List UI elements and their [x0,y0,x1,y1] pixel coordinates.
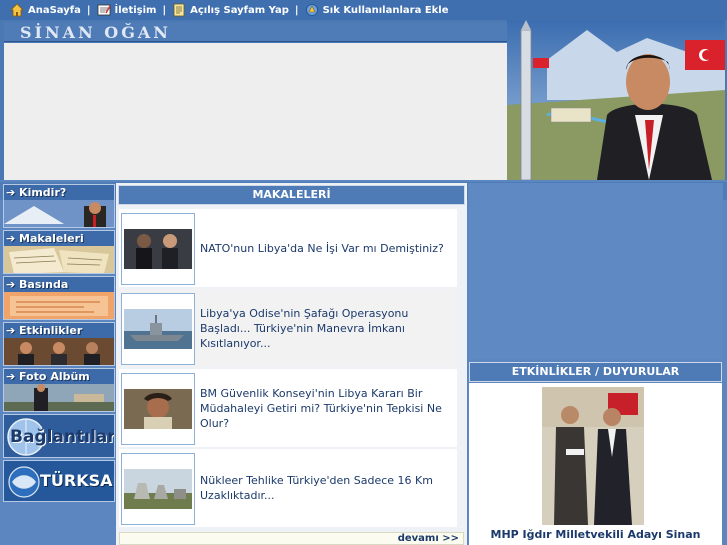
brand-title: SİNAN OĞAN [20,23,171,42]
nav-home-link[interactable]: AnaSayfa [10,3,81,17]
article-item[interactable]: Nükleer Tehlike Türkiye'den Sadece 16 Km… [119,449,457,527]
sidebar-item-label: ➔ Kimdir? [6,186,67,199]
press-thumbnail [4,292,114,319]
favorites-icon [305,4,318,16]
documents-thumbnail [4,246,114,273]
article-thumbnail[interactable] [121,453,195,525]
home-icon [10,3,24,17]
sidebar-item-label: ➔ Makaleleri [6,232,84,245]
nav-favorites-link[interactable]: Sık Kullanılanlara Ekle [305,3,449,17]
contact-icon [97,4,111,16]
articles-panel-title: MAKALELERİ [118,185,465,205]
header-portrait-image [507,20,725,180]
announcements-column: ETKİNLİKLER / DUYURULAR MHP Iğdır Millet… [468,183,723,545]
portrait-illustration [507,20,725,180]
article-thumbnail[interactable] [121,293,195,365]
article-item[interactable]: NATO'nun Libya'da Ne İşi Var mı Demiştin… [119,209,457,287]
article-thumbnail[interactable] [121,373,195,445]
sidebar-item-label: ➔ Etkinlikler [6,324,83,337]
gaddafi-photo [124,389,192,429]
brand-bar: SİNAN OĞAN [4,22,507,42]
nav-separator: | [294,4,299,16]
homepage-icon [173,3,185,17]
more-articles-link[interactable]: devamı >> [119,532,464,545]
sidebar-banner-label: TÜRKSAM [40,471,114,490]
header-banner-area [4,43,507,180]
announcements-title: ETKİNLİKLER / DUYURULAR [469,362,722,382]
sidebar-item-baglantilar[interactable]: Bağlantılar [3,414,115,458]
announcement-photo[interactable] [542,387,644,525]
mountain-portrait-thumbnail [4,200,114,227]
article-item[interactable]: BM Güvenlik Konseyi'nin Libya Kararı Bir… [119,369,457,447]
sidebar-item-basinda[interactable]: ➔ Basında [3,276,115,320]
nav-favorites-label: Sık Kullanılanlara Ekle [322,4,449,16]
nav-home-label: AnaSayfa [28,4,81,16]
sidebar-item-kimdir[interactable]: ➔ Kimdir? [3,184,115,228]
article-title-link[interactable]: BM Güvenlik Konseyi'nin Libya Kararı Bir… [200,369,450,447]
sidebar-item-label: ➔ Basında [6,278,69,291]
announcements-panel: MHP Iğdır Milletvekili Adayı Sinan [469,383,722,545]
nav-separator: | [86,4,91,16]
sidebar-item-foto-album[interactable]: ➔ Foto Albüm [3,368,115,412]
nuclear-plant-photo [124,469,192,509]
nav-homepage-label: Açılış Sayfam Yap [190,4,289,16]
photo-album-thumbnail [4,384,114,411]
right-top-panel [469,183,722,359]
article-thumbnail[interactable] [121,213,195,285]
article-title-link[interactable]: Libya'ya Odise'nin Şafağı Operasyonu Baş… [200,289,450,367]
article-title-link[interactable]: NATO'nun Libya'da Ne İşi Var mı Demiştin… [200,209,450,287]
nav-contact-link[interactable]: İletişim [97,3,157,17]
article-title-link[interactable]: Nükleer Tehlike Türkiye'den Sadece 16 Km… [200,449,450,527]
candidate-photo-illustration [542,387,644,525]
articles-panel: MAKALELERİ NATO'nun Libya'da Ne İşi Var … [116,183,467,545]
sidebar-item-turksam[interactable]: TÜRKSAM [3,460,115,502]
sidebar-item-etkinlikler[interactable]: ➔ Etkinlikler [3,322,115,366]
sidebar-item-makaleleri[interactable]: ➔ Makaleleri [3,230,115,274]
nav-homepage-link[interactable]: Açılış Sayfam Yap [172,3,289,17]
warship-photo [124,309,192,349]
nav-contact-label: İletişim [114,4,157,16]
announcement-caption[interactable]: MHP Iğdır Milletvekili Adayı Sinan [469,527,722,542]
leaders-photo [124,229,192,269]
sidebar-banner-label: Bağlantılar [10,427,115,447]
left-sidebar: ➔ Kimdir? ➔ Makaleleri ➔ Basında ➔ Etkin… [3,184,115,545]
sidebar-item-label: ➔ Foto Albüm [6,370,90,383]
top-nav: AnaSayfa | İletişim | Açılış Sayfam Yap … [0,0,727,20]
article-item[interactable]: Libya'ya Odise'nin Şafağı Operasyonu Baş… [119,289,457,367]
site-header: SİNAN OĞAN [0,20,727,200]
nav-separator: | [162,4,167,16]
events-thumbnail [4,338,114,365]
